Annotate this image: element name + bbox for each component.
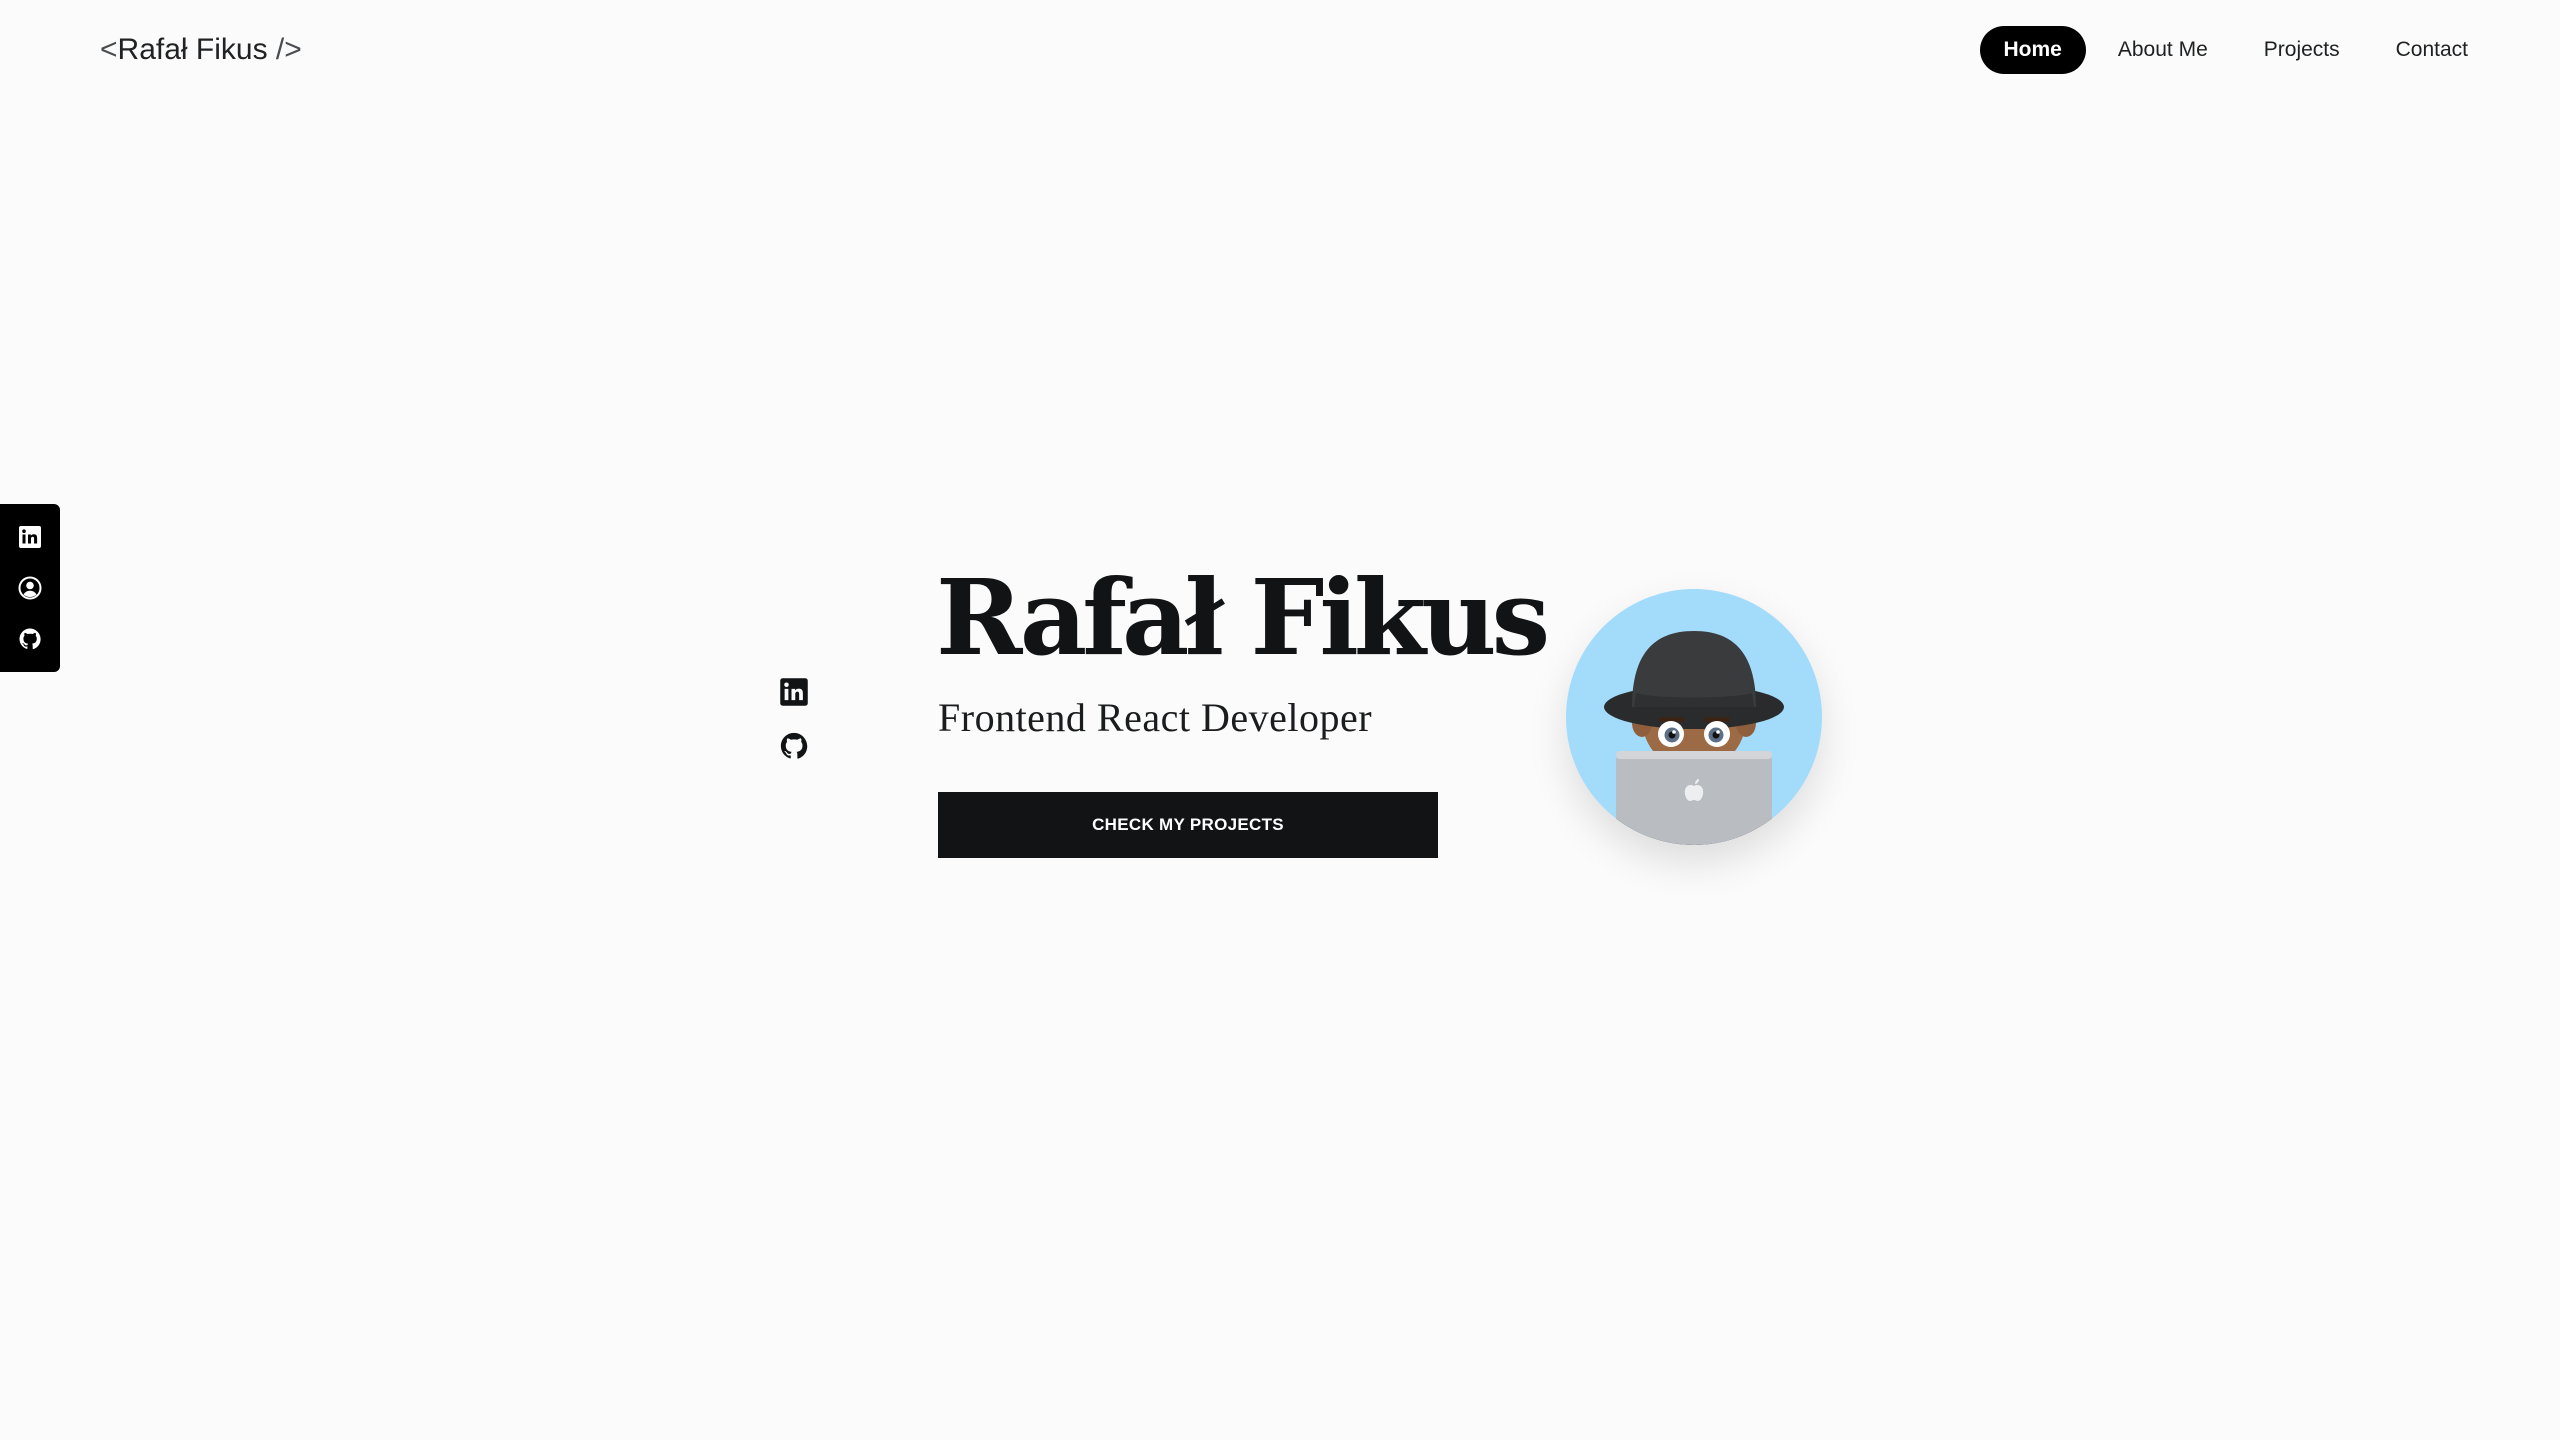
nav-contact[interactable]: Contact: [2372, 26, 2492, 74]
nav-home[interactable]: Home: [1979, 26, 2086, 74]
main-nav: Home About Me Projects Contact: [1979, 26, 2492, 74]
site-logo[interactable]: <Rafał Fikus />: [100, 30, 302, 70]
logo-name: Rafał Fikus: [117, 33, 268, 66]
nav-about-me[interactable]: About Me: [2094, 26, 2232, 74]
logo-open-bracket: <: [100, 33, 118, 66]
hero-name: Rafał Fikus: [936, 556, 1550, 679]
check-projects-button[interactable]: CHECK MY PROJECTS: [938, 792, 1438, 858]
hero-subtitle: Frontend React Developer: [938, 695, 1373, 740]
hero-socials: [778, 676, 810, 762]
linkedin-icon[interactable]: [16, 523, 44, 551]
logo-close-bracket: />: [267, 33, 302, 66]
avatar: [1566, 589, 1822, 845]
nav-projects[interactable]: Projects: [2240, 26, 2364, 74]
linkedin-icon[interactable]: [778, 676, 810, 708]
github-icon[interactable]: [16, 625, 44, 653]
github-icon[interactable]: [778, 730, 810, 762]
side-social-bar: [0, 504, 60, 672]
user-circle-icon[interactable]: [16, 574, 44, 602]
